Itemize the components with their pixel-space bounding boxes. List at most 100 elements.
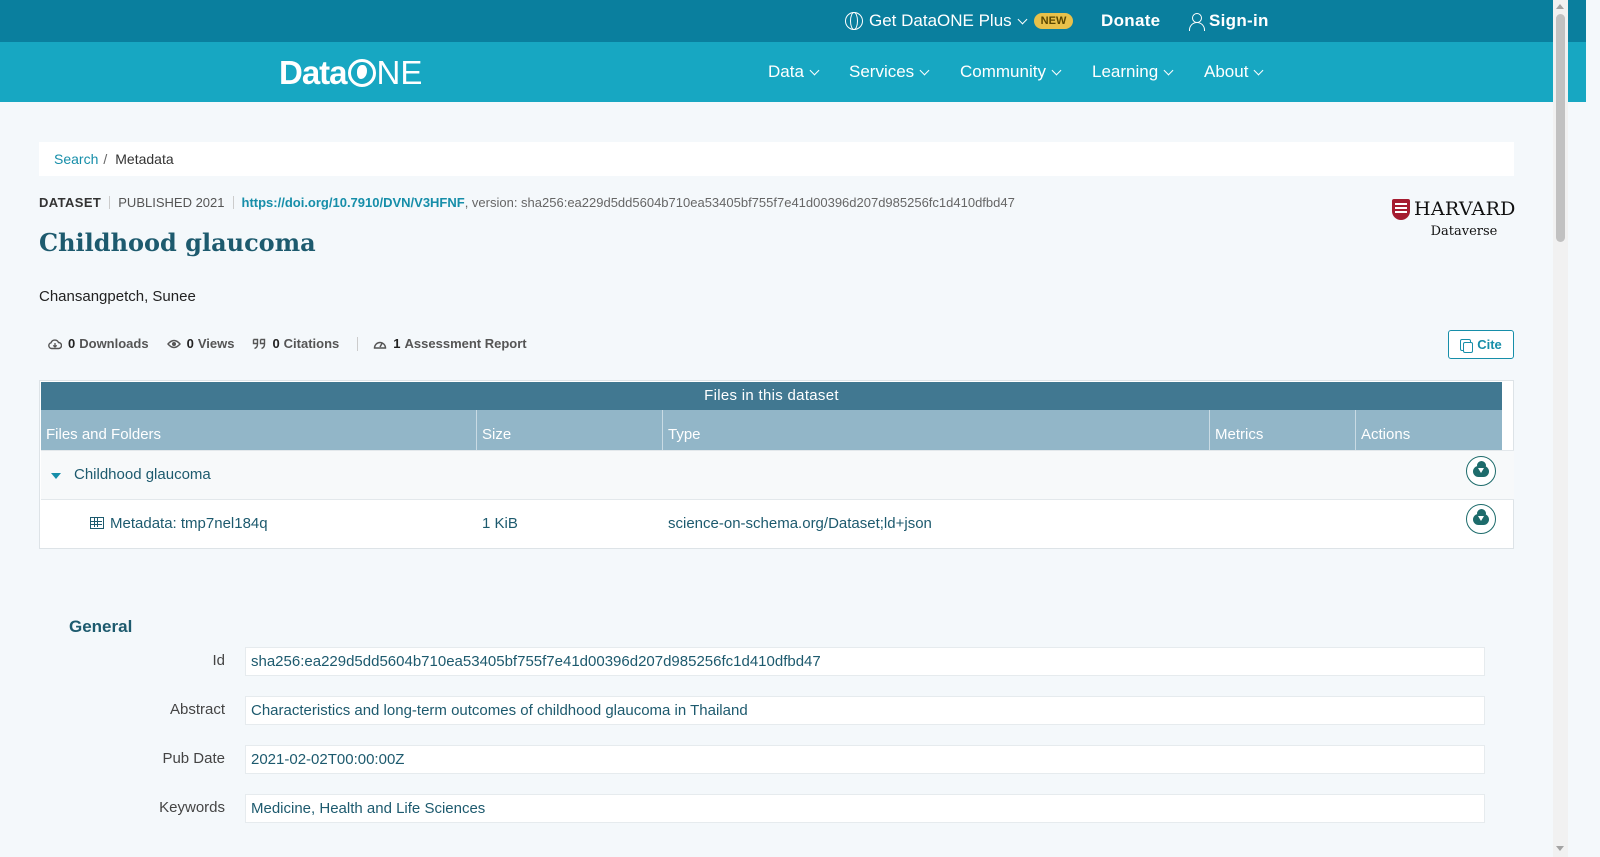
file-name[interactable]: Metadata: tmp7nel184q xyxy=(110,515,268,532)
download-file-button[interactable] xyxy=(1466,504,1496,534)
downloads-label: Downloads xyxy=(79,336,149,351)
nav-data[interactable]: Data xyxy=(768,42,820,102)
breadcrumb-current: Metadata xyxy=(115,151,174,167)
downloads-count: 0 xyxy=(68,336,76,351)
file-size: 1 KiB xyxy=(482,515,518,532)
eye-icon xyxy=(166,339,181,348)
files-table-header: Files and Folders Size Type Metrics Acti… xyxy=(41,410,1502,450)
assessment-count: 1 xyxy=(393,336,401,351)
field-value-pub-date: 2021-02-02T00:00:00Z xyxy=(245,745,1485,774)
nav-about-label: About xyxy=(1204,62,1249,81)
new-badge: NEW xyxy=(1033,13,1074,29)
views-metric[interactable]: 0 Views xyxy=(166,336,235,351)
table-row: Metadata: tmp7nel184q 1 KiB science-on-s… xyxy=(41,500,1514,549)
get-dataone-plus-menu[interactable]: Get DataONE Plus NEW xyxy=(845,0,1074,42)
version-text: , version: sha256:ea229d5dd5604b710ea534… xyxy=(464,195,1015,210)
scrollbar-thumb[interactable] xyxy=(1556,14,1565,242)
doi-link[interactable]: https://doi.org/10.7910/DVN/V3HFNF xyxy=(242,195,465,210)
cite-button-label: Cite xyxy=(1477,337,1502,352)
nav-data-label: Data xyxy=(768,62,804,81)
assessment-metric[interactable]: 1 Assessment Report xyxy=(373,336,527,351)
breadcrumb-search-link[interactable]: Search xyxy=(54,151,98,167)
page-scrollbar[interactable] xyxy=(1553,0,1568,857)
author-name: Chansangpetch, Sunee xyxy=(39,288,196,305)
top-bar: Get DataONE Plus NEW Donate Sign-in xyxy=(0,0,1586,42)
donate-link[interactable]: Donate xyxy=(1101,0,1160,42)
nav-services-label: Services xyxy=(849,62,915,81)
column-header-actions: Actions xyxy=(1361,426,1411,443)
chevron-down-icon xyxy=(1253,65,1264,75)
cloud-download-icon xyxy=(48,338,62,349)
harvard-dataverse-logo[interactable]: HARVARD Dataverse xyxy=(1392,198,1516,242)
globe-logo-icon xyxy=(347,59,376,87)
published-label: PUBLISHED 2021 xyxy=(118,195,225,210)
breadcrumb-separator: / xyxy=(103,151,108,167)
globe-icon xyxy=(845,12,863,30)
views-count: 0 xyxy=(186,336,194,351)
field-label-pub-date: Pub Date xyxy=(162,750,225,767)
cloud-download-icon xyxy=(1473,460,1489,477)
chevron-down-icon xyxy=(1163,65,1174,75)
views-label: Views xyxy=(197,336,235,351)
copy-icon xyxy=(1460,338,1474,353)
sign-in-link[interactable]: Sign-in xyxy=(1189,0,1269,42)
field-label-id: Id xyxy=(212,652,225,669)
main-navigation: Data NE Data Services Community Learning… xyxy=(0,42,1586,102)
chevron-down-icon xyxy=(809,65,820,75)
quote-icon xyxy=(253,338,266,349)
files-table-caption: Files in this dataset xyxy=(41,382,1502,410)
repository-name: HARVARD xyxy=(1414,198,1516,220)
nav-services[interactable]: Services xyxy=(849,42,930,102)
repository-subname: Dataverse xyxy=(1430,224,1498,239)
field-label-keywords: Keywords xyxy=(159,799,225,816)
folder-row[interactable]: Childhood glaucoma xyxy=(41,450,1514,500)
citations-metric[interactable]: 0 Citations xyxy=(252,336,339,351)
files-table: Files in this dataset Files and Folders … xyxy=(39,380,1514,549)
caret-down-icon[interactable] xyxy=(51,473,61,479)
gauge-icon xyxy=(374,341,387,349)
column-header-metrics: Metrics xyxy=(1210,410,1356,450)
general-section-heading: General xyxy=(69,617,133,636)
downloads-metric[interactable]: 0 Downloads xyxy=(48,336,149,351)
column-header-files: Files and Folders xyxy=(41,410,477,450)
field-value-keywords: Medicine, Health and Life Sciences xyxy=(245,794,1485,823)
scroll-up-arrow-icon[interactable] xyxy=(1556,4,1564,9)
get-dataone-plus-label: Get DataONE Plus xyxy=(869,11,1012,30)
field-label-abstract: Abstract xyxy=(169,701,225,718)
citations-label: Citations xyxy=(283,336,340,351)
harvard-shield-icon xyxy=(1392,199,1410,220)
nav-learning[interactable]: Learning xyxy=(1092,42,1174,102)
divider xyxy=(109,196,111,209)
breadcrumb: Search / Metadata xyxy=(39,142,1514,176)
assessment-label: Assessment Report xyxy=(404,336,527,351)
chevron-down-icon xyxy=(919,65,930,75)
column-header-size: Size xyxy=(477,410,663,450)
field-value-id: sha256:ea229d5dd5604b710ea53405bf755f7e4… xyxy=(245,647,1485,676)
nav-about[interactable]: About xyxy=(1204,42,1264,102)
logo-text-data: Data xyxy=(279,54,348,91)
chevron-down-icon xyxy=(1017,14,1028,24)
divider xyxy=(357,336,359,351)
cloud-download-icon xyxy=(1473,508,1489,525)
column-header-type: Type xyxy=(663,410,1210,450)
dataset-type-label: DATASET xyxy=(39,195,102,210)
download-folder-button[interactable] xyxy=(1466,456,1496,486)
nav-learning-label: Learning xyxy=(1092,62,1159,81)
user-icon xyxy=(1189,13,1205,31)
dataone-logo[interactable]: Data NE xyxy=(279,54,422,92)
logo-text-ne: NE xyxy=(376,54,423,91)
metrics-bar: 0 Downloads 0 Views 0 Citations 1 Assess… xyxy=(48,336,545,351)
dataset-meta-line: DATASET PUBLISHED 2021 https://doi.org/1… xyxy=(39,195,1015,210)
page-title: Childhood glaucoma xyxy=(39,228,316,257)
field-value-abstract: Characteristics and long-term outcomes o… xyxy=(245,696,1485,725)
file-type: science-on-schema.org/Dataset;ld+json xyxy=(668,515,932,532)
nav-community-label: Community xyxy=(960,62,1046,81)
divider xyxy=(232,196,234,209)
cite-button[interactable]: Cite xyxy=(1448,330,1514,359)
nav-community[interactable]: Community xyxy=(960,42,1062,102)
scroll-down-arrow-icon[interactable] xyxy=(1556,846,1564,851)
chevron-down-icon xyxy=(1051,65,1062,75)
table-icon xyxy=(90,517,104,529)
sign-in-label: Sign-in xyxy=(1209,11,1269,30)
folder-name: Childhood glaucoma xyxy=(74,466,211,483)
